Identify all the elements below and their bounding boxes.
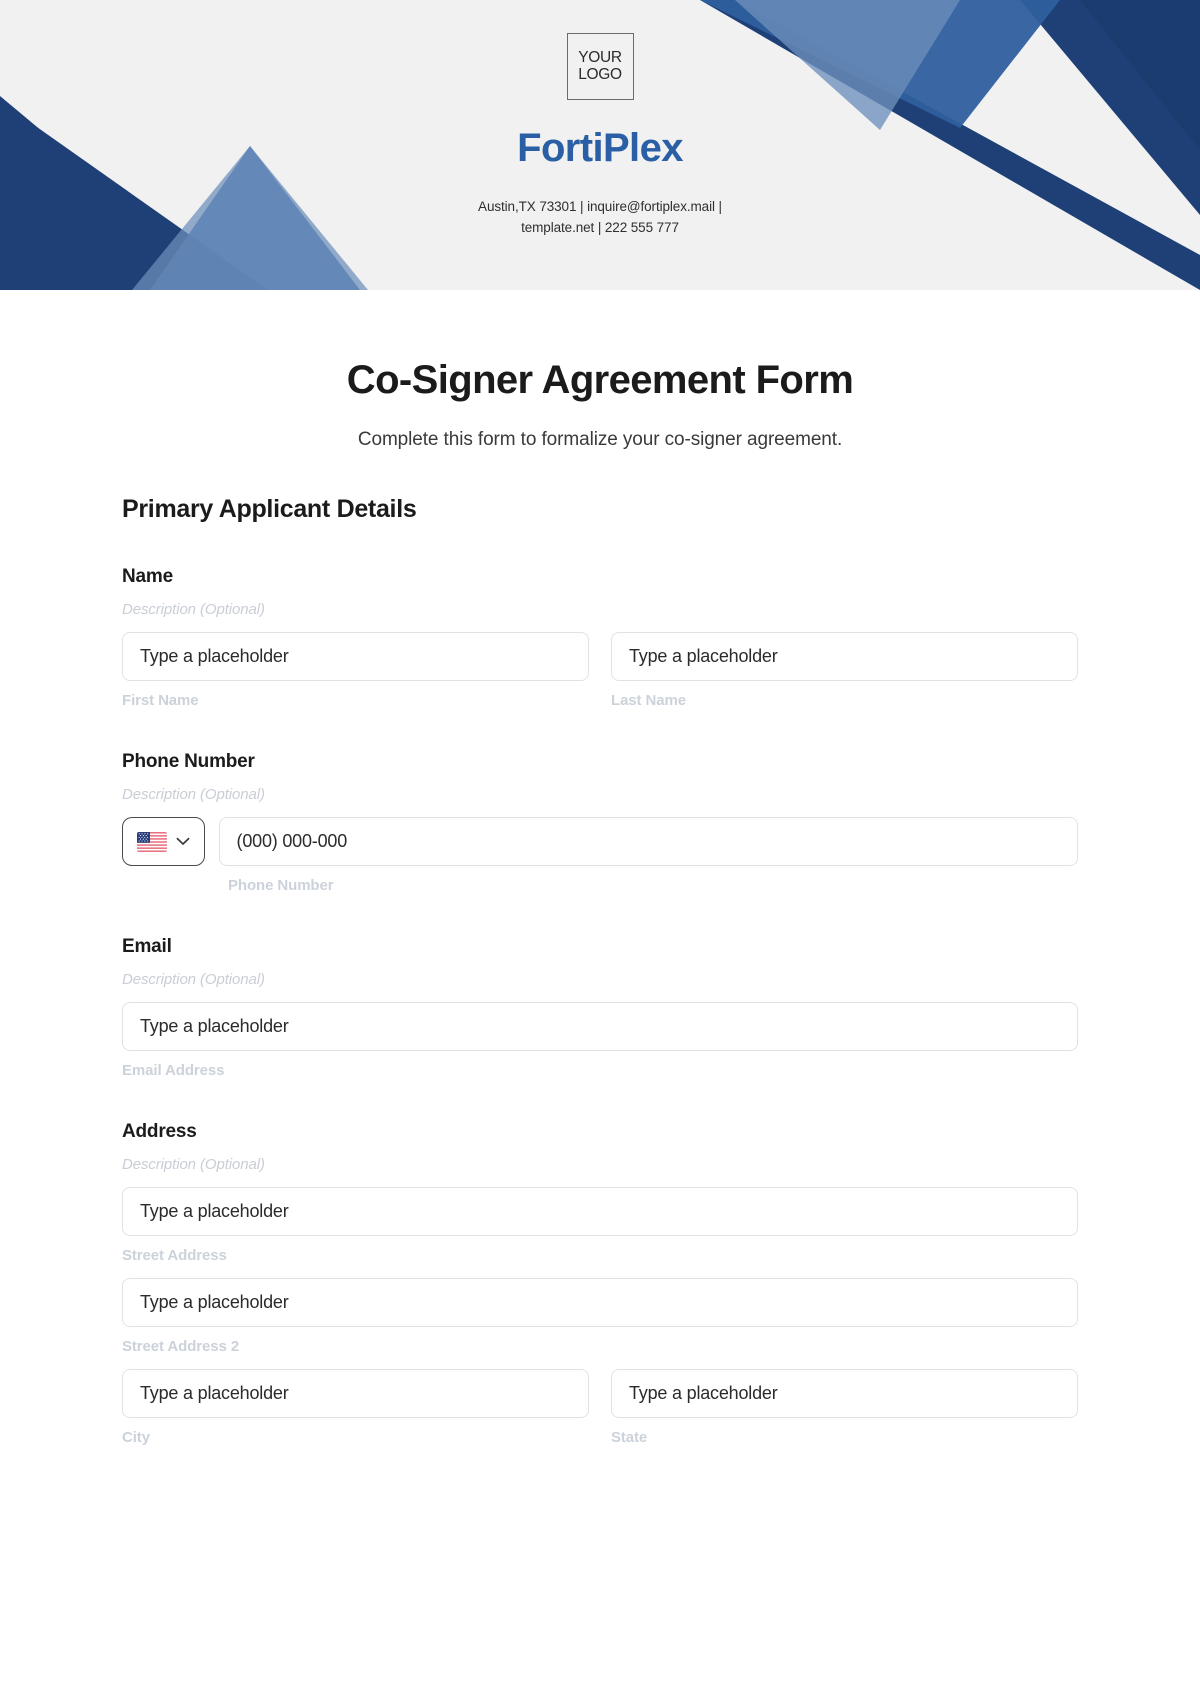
name-input-row: Type a placeholder First Name Type a pla… [122,632,1078,709]
field-group-email: Email Description (Optional) Type a plac… [122,936,1078,1079]
last-name-input[interactable]: Type a placeholder [611,632,1078,681]
field-description-phone: Description (Optional) [122,786,265,803]
header-decorative-graphic [0,0,1200,290]
state-sub-label: State [611,1429,648,1446]
first-name-input[interactable]: Type a placeholder [122,632,589,681]
page-subtitle: Complete this form to formalize your co-… [357,429,843,450]
brand-header: YOUR LOGO FortiPlex Austin,TX 73301 | in… [0,0,1200,290]
chevron-down-icon [176,837,190,845]
field-description-name: Description (Optional) [122,601,265,618]
state-column: Type a placeholder State [611,1369,1078,1446]
street-address-2-input[interactable]: Type a placeholder [122,1278,1078,1327]
city-column: Type a placeholder City [122,1369,589,1446]
field-description-address: Description (Optional) [122,1156,265,1173]
email-sub-label: Email Address [122,1062,225,1079]
street-address-2-column: Type a placeholder Street Address 2 [122,1278,1078,1355]
last-name-sub-label: Last Name [611,692,686,709]
street-address-column: Type a placeholder Street Address [122,1187,1078,1264]
state-input[interactable]: Type a placeholder [611,1369,1078,1418]
phone-number-input[interactable]: (000) 000-000 [218,817,1078,866]
email-input[interactable]: Type a placeholder [122,1002,1078,1051]
city-sub-label: City [122,1429,150,1446]
page-title: Co-Signer Agreement Form [346,358,854,402]
street-address-input[interactable]: Type a placeholder [122,1187,1078,1236]
field-label-phone: Phone Number [122,751,255,772]
field-group-phone: Phone Number Description (Optional) (000… [122,751,1078,894]
street-address-row: Type a placeholder Street Address [122,1187,1078,1264]
city-state-row: Type a placeholder City Type a placehold… [122,1369,1078,1446]
first-name-sub-label: First Name [122,692,199,709]
street-address-sub-label: Street Address [122,1247,227,1264]
field-label-address: Address [122,1121,197,1142]
first-name-column: Type a placeholder First Name [122,632,589,709]
field-label-name: Name [122,566,173,587]
field-group-address: Address Description (Optional) Type a pl… [122,1121,1078,1446]
phone-input-row: (000) 000-000 [122,817,1078,866]
last-name-column: Type a placeholder Last Name [611,632,1078,709]
section-heading-primary-applicant: Primary Applicant Details [122,495,417,523]
email-input-row: Type a placeholder Email Address [122,1002,1078,1079]
street-address-2-row: Type a placeholder Street Address 2 [122,1278,1078,1355]
us-flag-icon [136,831,167,852]
phone-number-sub-label: Phone Number [228,877,334,894]
country-code-select[interactable] [122,817,205,866]
field-label-email: Email [122,936,172,957]
street-address-2-sub-label: Street Address 2 [122,1338,240,1355]
field-group-name: Name Description (Optional) Type a place… [122,566,1078,709]
form-page: Co-Signer Agreement Form Complete this f… [0,358,1200,1446]
city-input[interactable]: Type a placeholder [122,1369,589,1418]
email-column: Type a placeholder Email Address [122,1002,1078,1079]
field-description-email: Description (Optional) [122,971,265,988]
